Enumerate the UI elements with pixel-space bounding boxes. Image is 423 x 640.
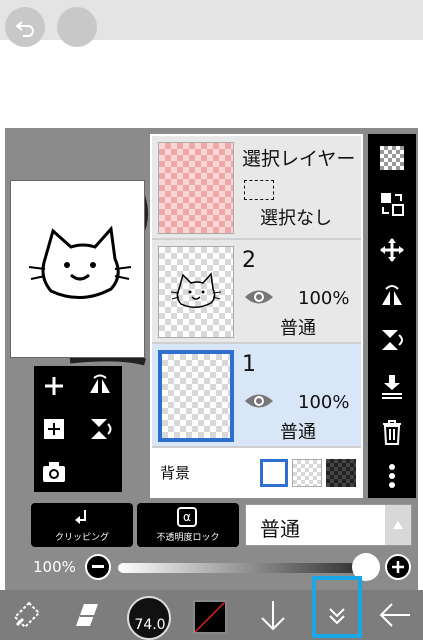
flip-v-icon bbox=[91, 419, 112, 439]
layer-name: 選択レイヤー bbox=[242, 148, 356, 170]
alpha-lock-label: 不透明度ロック bbox=[156, 533, 220, 543]
selection-marquee-icon bbox=[244, 180, 274, 200]
merge-down-icon bbox=[382, 375, 402, 399]
trash-icon bbox=[383, 420, 401, 445]
blend-mode-arrow bbox=[385, 505, 411, 545]
layer-thumbnail bbox=[158, 142, 234, 234]
add-icon bbox=[45, 377, 63, 395]
alpha-lock-icon: α bbox=[177, 507, 197, 527]
plus-icon bbox=[392, 561, 404, 573]
checker-icon bbox=[380, 146, 404, 170]
checker-button[interactable] bbox=[368, 138, 416, 178]
layer-name: 2 bbox=[242, 248, 256, 273]
eye-icon[interactable] bbox=[244, 392, 274, 410]
minus-icon bbox=[92, 565, 104, 568]
flip-h-icon bbox=[382, 285, 402, 305]
flip-horizontal-button[interactable] bbox=[80, 366, 120, 406]
opacity-label: 100% bbox=[33, 558, 76, 576]
add-layer-icon bbox=[44, 419, 64, 439]
flip-vertical-button[interactable] bbox=[80, 409, 120, 449]
back-icon bbox=[379, 603, 410, 627]
add-layer-copy-button[interactable] bbox=[34, 409, 74, 449]
layer-list: 選択レイヤー 選択なし 2 100% 普通 1 100% 普通 背景 bbox=[150, 134, 363, 498]
collapse-panel-button[interactable] bbox=[312, 576, 362, 638]
flip-v-icon bbox=[382, 330, 403, 350]
background-row: 背景 bbox=[152, 448, 361, 496]
layer-blend-mode: 普通 bbox=[280, 422, 316, 443]
color-swatch-diagonal bbox=[194, 601, 226, 633]
layer-thumbnail bbox=[158, 350, 234, 442]
camera-icon bbox=[43, 462, 65, 482]
down-arrow-icon bbox=[261, 601, 285, 631]
chevron-up-icon bbox=[393, 521, 403, 529]
canvas-preview[interactable] bbox=[10, 180, 145, 358]
color-swatch[interactable] bbox=[193, 600, 227, 634]
transfer-icon bbox=[381, 193, 404, 216]
add-layer-button[interactable] bbox=[34, 366, 74, 406]
cat-drawing bbox=[28, 225, 132, 300]
clipping-icon bbox=[75, 510, 86, 524]
eye-icon[interactable] bbox=[244, 288, 274, 306]
cat-thumbnail bbox=[170, 272, 222, 308]
transfer-layer-button[interactable] bbox=[368, 184, 416, 224]
layer-row-2[interactable]: 2 100% 普通 bbox=[152, 240, 361, 344]
blend-mode-value: 普通 bbox=[260, 517, 300, 541]
flip-h-icon bbox=[90, 374, 110, 393]
background-transparent-option[interactable] bbox=[292, 459, 322, 487]
flip-horizontal-button[interactable] bbox=[368, 276, 416, 316]
blend-mode-select[interactable]: 普通 bbox=[245, 504, 412, 546]
opacity-decrease-button[interactable] bbox=[85, 554, 111, 580]
background-dark-option[interactable] bbox=[326, 459, 356, 487]
flip-vertical-button[interactable] bbox=[368, 320, 416, 360]
brush-size-value: 74.0 bbox=[134, 617, 166, 633]
layer-opacity: 100% bbox=[298, 288, 350, 309]
opacity-increase-button[interactable] bbox=[385, 554, 411, 580]
move-button[interactable] bbox=[368, 230, 416, 270]
merge-down-button[interactable] bbox=[368, 366, 416, 406]
alpha-lock-button[interactable]: α 不透明度ロック bbox=[137, 503, 239, 547]
selection-status: 選択なし bbox=[260, 208, 332, 229]
background-label: 背景 bbox=[160, 464, 191, 482]
camera-button[interactable] bbox=[34, 452, 74, 492]
clipping-button[interactable]: クリッピング bbox=[31, 503, 133, 547]
transform-button[interactable] bbox=[2, 590, 52, 640]
layer-blend-mode: 普通 bbox=[280, 318, 316, 339]
eraser-button[interactable] bbox=[62, 590, 112, 640]
down-arrow-button[interactable] bbox=[248, 590, 298, 640]
layer-row-selection[interactable]: 選択レイヤー 選択なし bbox=[152, 136, 361, 240]
transform-icon bbox=[13, 601, 41, 629]
layer-thumbnail bbox=[158, 246, 234, 338]
more-options-button[interactable] bbox=[368, 456, 416, 496]
eraser-icon bbox=[76, 604, 98, 626]
layer-row-1[interactable]: 1 100% 普通 bbox=[152, 344, 361, 448]
left-tool-panel bbox=[34, 366, 122, 492]
background-white-option[interactable] bbox=[260, 459, 288, 487]
right-toolbar bbox=[368, 134, 416, 498]
more-icon bbox=[389, 464, 395, 488]
double-chevron-down-icon bbox=[329, 608, 345, 625]
back-button[interactable] bbox=[370, 590, 420, 640]
layer-opacity: 100% bbox=[298, 392, 350, 413]
delete-layer-button[interactable] bbox=[368, 412, 416, 452]
opacity-slider[interactable] bbox=[118, 563, 378, 573]
move-icon bbox=[380, 238, 404, 262]
clipping-label: クリッピング bbox=[54, 533, 109, 543]
layer-name: 1 bbox=[242, 352, 256, 377]
